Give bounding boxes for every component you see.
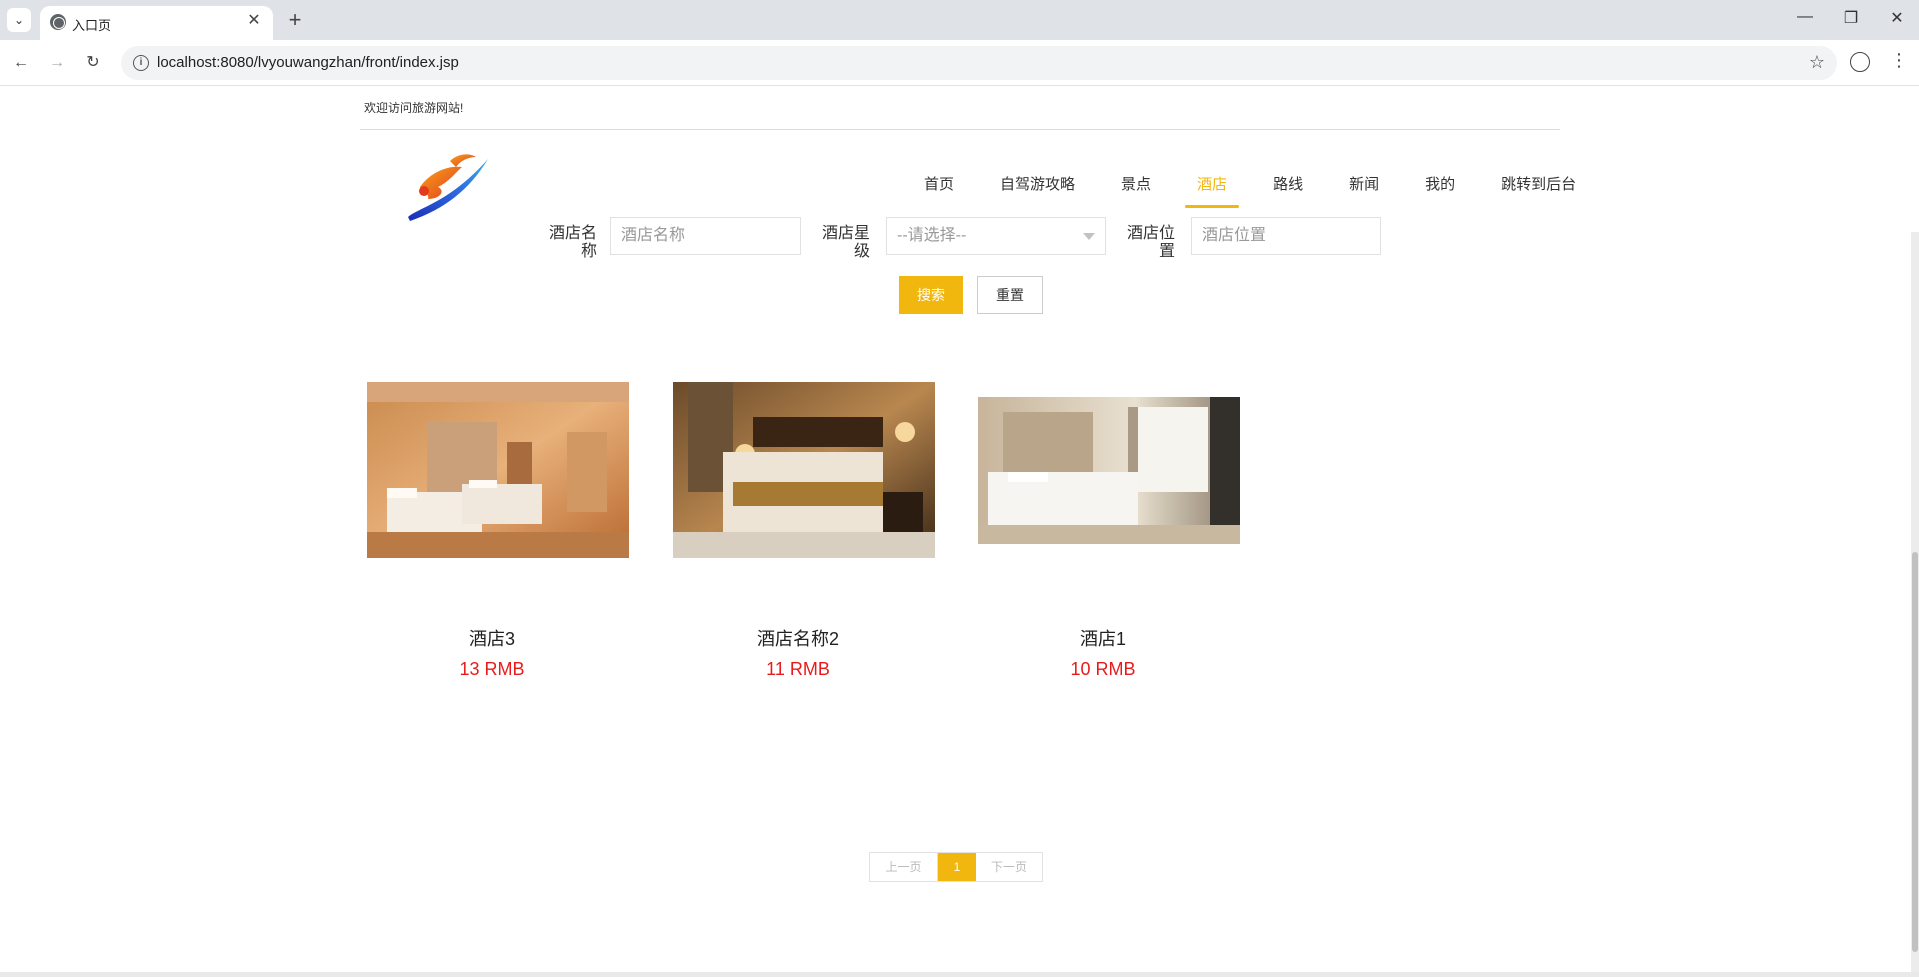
hotel-location-input[interactable] <box>1191 217 1381 255</box>
search-button[interactable]: 搜索 <box>899 276 963 314</box>
hotel-price: 11 RMB <box>766 659 830 679</box>
dropdown-caret-icon <box>1083 233 1095 240</box>
nav-item-attractions[interactable]: 景点 <box>1109 177 1163 207</box>
nav-item-road-trip-guide[interactable]: 自驾游攻略 <box>988 177 1087 207</box>
page-content: 欢迎访问旅游网站! 首页 自驾游攻略 景点 酒店 路线 新闻 我的 跳转到后台 <box>0 87 1919 977</box>
hotel-image[interactable] <box>673 382 935 558</box>
reset-button[interactable]: 重置 <box>977 276 1043 314</box>
minimize-icon[interactable]: — <box>1790 8 1820 26</box>
nav-item-home[interactable]: 首页 <box>912 177 966 207</box>
hotel-star-selected: --请选择-- <box>897 227 967 244</box>
globe-icon <box>50 14 66 30</box>
hotel-name[interactable]: 酒店名称2 <box>673 625 923 651</box>
header-divider <box>360 129 1560 130</box>
browser-tab[interactable]: 入口页 ✕ <box>40 6 273 40</box>
browser-menu-icon[interactable]: ⋮ <box>1890 50 1908 71</box>
new-tab-plus-icon[interactable]: + <box>281 6 309 34</box>
page-scrollbar[interactable] <box>1911 232 1919 977</box>
window-bottom-edge <box>0 972 1919 977</box>
hotel-name-input[interactable] <box>610 217 801 255</box>
nav-item-news[interactable]: 新闻 <box>1337 177 1391 207</box>
hotel-image[interactable] <box>978 397 1240 544</box>
nav-item-mine[interactable]: 我的 <box>1413 177 1467 207</box>
hotel-star-label: 酒店星级 <box>821 225 870 260</box>
hotel-image[interactable] <box>367 382 629 558</box>
main-nav: 首页 自驾游攻略 景点 酒店 路线 新闻 我的 跳转到后台 <box>912 177 1610 208</box>
tab-close-icon[interactable]: ✕ <box>245 12 263 30</box>
window-close-icon[interactable]: ✕ <box>1882 8 1912 28</box>
pagination: 上一页 1 下一页 <box>869 852 1043 882</box>
page-number-current[interactable]: 1 <box>938 853 976 881</box>
reload-icon[interactable]: ↻ <box>82 52 104 74</box>
nav-item-routes[interactable]: 路线 <box>1261 177 1315 207</box>
site-logo[interactable] <box>400 147 495 222</box>
nav-item-hotels[interactable]: 酒店 <box>1185 177 1240 208</box>
site-info-icon[interactable]: i <box>133 55 149 71</box>
back-arrow-icon[interactable]: ← <box>10 52 32 74</box>
hotel-name-label: 酒店名称 <box>548 225 597 260</box>
hotel-price: 10 RMB <box>1070 659 1136 679</box>
bookmark-star-icon[interactable]: ☆ <box>1809 52 1825 73</box>
browser-toolbar: ← → ↻ i localhost:8080/lvyouwangzhan/fro… <box>0 40 1919 86</box>
hotel-name[interactable]: 酒店1 <box>978 625 1228 651</box>
browser-tab-bar: ⌄ 入口页 ✕ + — ❐ ✕ <box>0 0 1919 40</box>
welcome-text: 欢迎访问旅游网站! <box>364 101 464 115</box>
tab-search-chevron-icon[interactable]: ⌄ <box>7 8 31 32</box>
prev-page-button[interactable]: 上一页 <box>870 853 938 881</box>
address-bar[interactable]: i localhost:8080/lvyouwangzhan/front/ind… <box>121 46 1837 80</box>
restore-icon[interactable]: ❐ <box>1836 8 1866 28</box>
hotel-location-label: 酒店位置 <box>1126 225 1175 260</box>
nav-item-admin[interactable]: 跳转到后台 <box>1489 177 1588 207</box>
profile-icon[interactable] <box>1850 52 1870 72</box>
address-url[interactable]: localhost:8080/lvyouwangzhan/front/index… <box>157 54 459 71</box>
next-page-button[interactable]: 下一页 <box>976 853 1042 881</box>
hotel-name[interactable]: 酒店3 <box>367 625 617 651</box>
hotel-price: 13 RMB <box>459 659 525 679</box>
hotel-star-select[interactable]: --请选择-- <box>886 217 1106 255</box>
tab-title: 入口页 <box>72 18 112 33</box>
scrollbar-thumb[interactable] <box>1912 552 1918 952</box>
forward-arrow-icon[interactable]: → <box>46 52 68 74</box>
